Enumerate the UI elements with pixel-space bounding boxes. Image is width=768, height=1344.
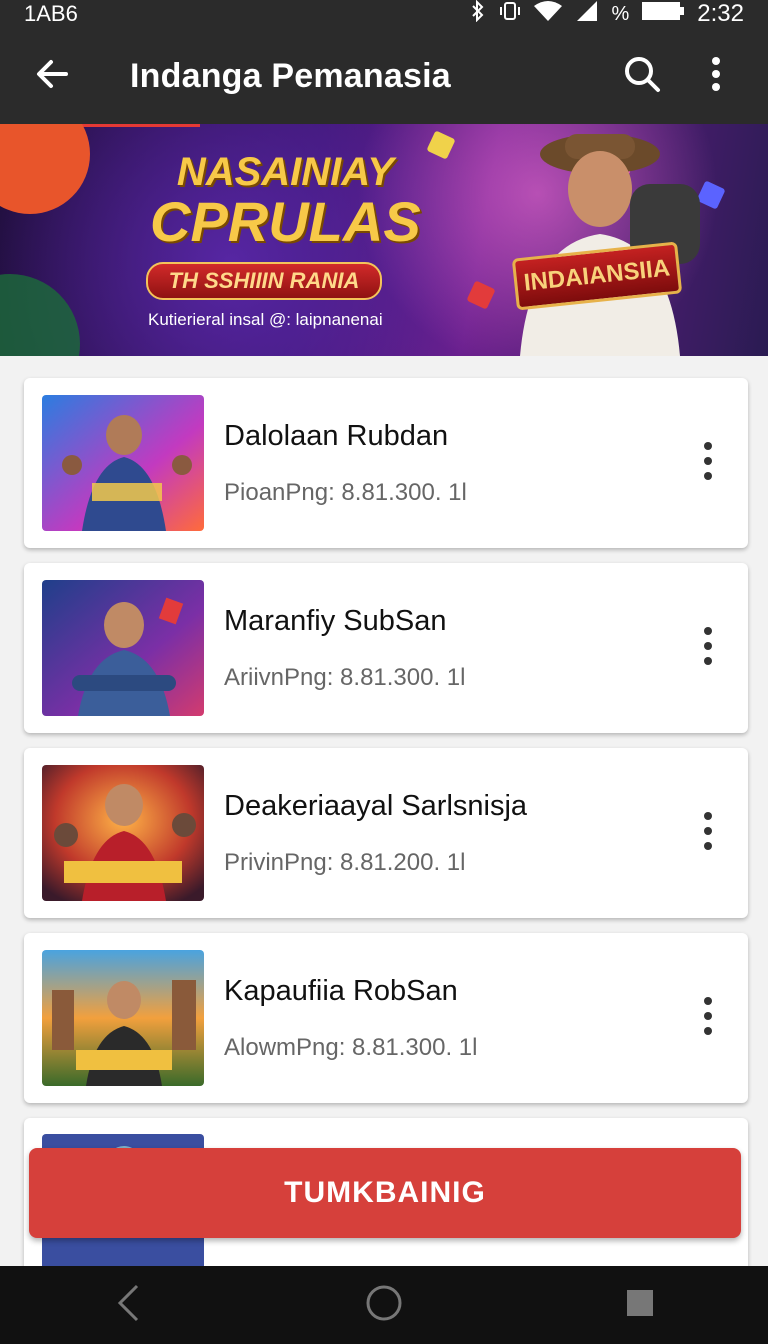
- list-item-title: Deakeriaayal Sarlsnisja: [224, 789, 528, 822]
- app-bar: Indanga Pemanasia: [0, 28, 768, 124]
- list-item-title: Dalolaan Rubdan: [224, 419, 449, 452]
- list-item-menu-button[interactable]: [688, 988, 728, 1048]
- banner-orb: [0, 124, 90, 214]
- banner-headline: NASAINIAY CPRULAS: [150, 150, 421, 250]
- nav-home-icon: [364, 1283, 404, 1328]
- list-item-meta: Dalolaan Rubdan PioanPng: 8.81.300. 1l: [224, 420, 688, 507]
- banner-headline-line1: NASAINIAY: [176, 150, 394, 194]
- battery-icon: [641, 0, 685, 28]
- more-vertical-icon: [703, 441, 713, 486]
- list-item-thumbnail: [42, 765, 204, 901]
- system-nav-bar: [0, 1266, 768, 1344]
- more-vertical-icon: [711, 56, 721, 97]
- list-item-subtitle: AlowmPng: 8.81.300. 1l: [224, 1033, 478, 1061]
- more-vertical-icon: [703, 811, 713, 856]
- status-left-text: 1AB6: [24, 1, 78, 26]
- list-item-subtitle: PrivinPng: 8.81.200. 1l: [224, 848, 466, 876]
- list-item-meta: Maranfiy SubSan AriivnPng: 8.81.300. 1l: [224, 605, 688, 692]
- page-title: Indanga Pemanasia: [130, 56, 451, 95]
- list-item-thumbnail: [42, 395, 204, 531]
- banner-ribbon: TH SSHIIIN RANIA: [146, 262, 382, 300]
- back-button[interactable]: [24, 48, 80, 104]
- list-item-thumbnail: [42, 580, 204, 716]
- list-item-menu-button[interactable]: [688, 618, 728, 678]
- list-item[interactable]: Maranfiy SubSan AriivnPng: 8.81.300. 1l: [24, 563, 748, 733]
- gem-icon: [426, 130, 456, 160]
- list-item-menu-button[interactable]: [688, 803, 728, 863]
- banner-hero-illustration: [480, 124, 710, 356]
- list-item-subtitle: AriivnPng: 8.81.300. 1l: [224, 663, 466, 691]
- search-icon: [623, 55, 661, 98]
- list-item-thumbnail: [42, 950, 204, 1086]
- nav-home-button[interactable]: [344, 1275, 424, 1335]
- overflow-menu-button[interactable]: [688, 48, 744, 104]
- list-item-menu-button[interactable]: [688, 433, 728, 493]
- search-button[interactable]: [614, 48, 670, 104]
- banner-caption: Kutierieral insal @: laipnanenai: [148, 310, 383, 329]
- back-arrow-icon: [34, 56, 70, 97]
- status-icons: % 2:32: [469, 0, 744, 28]
- signal-icon: [575, 0, 599, 28]
- list-item-title: Maranfiy SubSan: [224, 604, 447, 637]
- promo-banner[interactable]: NASAINIAY CPRULAS TH SSHIIIN RANIA Kutie…: [0, 124, 768, 356]
- list-item-subtitle: PioanPng: 8.81.300. 1l: [224, 478, 467, 506]
- list-item-meta: Deakeriaayal Sarlsnisja PrivinPng: 8.81.…: [224, 790, 688, 877]
- vibrate-icon: [499, 0, 521, 28]
- nav-recents-button[interactable]: [600, 1275, 680, 1335]
- clock: 2:32: [697, 0, 744, 27]
- more-vertical-icon: [703, 626, 713, 671]
- primary-action-button[interactable]: TUMKBAINIG: [29, 1148, 741, 1238]
- nav-back-button[interactable]: [88, 1275, 168, 1335]
- wifi-icon: [533, 0, 563, 28]
- list-item-title: Kapaufiia RobSan: [224, 974, 458, 1007]
- more-vertical-icon: [703, 996, 713, 1041]
- nav-back-icon: [115, 1283, 141, 1328]
- banner-headline-line2: CPRULAS: [150, 190, 421, 253]
- battery-percent-text: %: [611, 2, 630, 25]
- list-item[interactable]: Dalolaan Rubdan PioanPng: 8.81.300. 1l: [24, 378, 748, 548]
- status-bar: 1AB6 % 2:32: [0, 0, 768, 28]
- list-item-meta: Kapaufiia RobSan AlowmPng: 8.81.300. 1l: [224, 975, 688, 1062]
- bluetooth-icon: [469, 0, 487, 28]
- list-item[interactable]: Deakeriaayal Sarlsnisja PrivinPng: 8.81.…: [24, 748, 748, 918]
- banner-orb-secondary: [0, 274, 80, 356]
- nav-recents-icon: [625, 1288, 655, 1323]
- list-item[interactable]: Kapaufiia RobSan AlowmPng: 8.81.300. 1l: [24, 933, 748, 1103]
